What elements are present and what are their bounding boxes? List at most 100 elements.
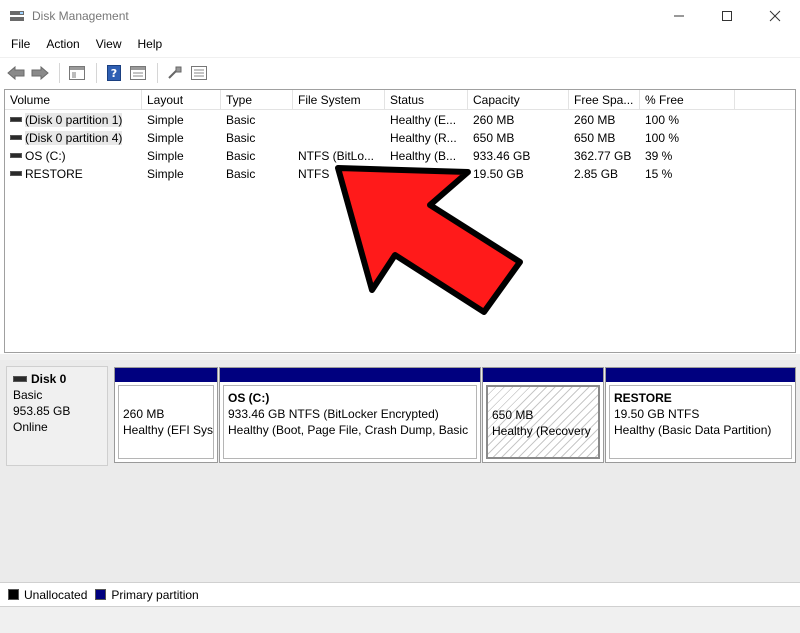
disk-size: 953.85 GB [13,404,71,418]
back-arrow-icon [7,65,25,80]
legend-swatch [95,589,107,600]
close-button[interactable] [752,0,798,32]
console-tree-icon [69,65,85,80]
volume-status: Healthy (R... [390,131,457,145]
volume-type: Basic [226,149,256,163]
window-title: Disk Management [32,9,129,23]
legend: Unallocated Primary partition [0,582,800,606]
volume-icon [10,153,22,159]
column-percent-free[interactable]: % Free [640,90,735,110]
disk-name: Disk 0 [31,372,67,386]
disk-icon [13,375,27,382]
minimize-icon [674,15,684,17]
partition-name [123,390,209,406]
volume-icon [10,171,22,177]
volume-status: Healthy (E... [390,113,457,127]
connect-button[interactable] [164,62,186,84]
partition-bar [606,368,795,382]
disk-management-app-icon [10,11,24,21]
partition-status: Healthy (Basic Data Partition) [614,423,772,437]
partition-bar [483,368,603,382]
volume-status [385,165,468,183]
volume-name: RESTORE [25,167,83,181]
disk-graphical-view: Disk 0 Basic 953.85 GB Online 260 MB Hea… [0,360,800,582]
volume-free-space: 650 MB [574,131,616,145]
maximize-icon [722,11,732,21]
column-type[interactable]: Type [221,90,293,110]
partition-size: 260 MB [123,407,165,421]
partition-status: Healthy (Recovery [492,424,591,438]
partition-recovery[interactable]: 650 MB Healthy (Recovery [482,367,604,463]
volume-capacity: 933.46 GB [473,149,531,163]
legend-swatch [8,589,19,600]
legend-label: Primary partition [111,587,199,602]
toolbar: ? [0,57,800,87]
column-layout[interactable]: Layout [142,90,221,110]
key-icon [168,66,182,79]
properties-button[interactable] [127,62,149,84]
volume-layout: Simple [147,167,184,181]
partition-efi[interactable]: 260 MB Healthy (EFI Sys [114,367,218,463]
disk-type: Basic [13,388,43,402]
volume-list-header: Volume Layout Type File System Status Ca… [5,90,795,110]
partition-size: 19.50 GB NTFS [614,407,700,421]
maximize-button[interactable] [704,0,750,32]
volume-capacity: 19.50 GB [473,167,524,181]
forward-button[interactable] [29,62,51,84]
volume-free-space: 2.85 GB [574,167,619,181]
volume-row[interactable]: OS (C:) Simple Basic NTFS (BitLo... Heal… [5,147,795,165]
volume-file-system: NTFS (BitLo... [298,149,375,163]
volume-row[interactable]: (Disk 0 partition 4) Simple Basic Health… [5,129,795,147]
toolbar-separator [59,62,60,83]
partition-status: Healthy (EFI Sys [123,423,214,437]
minimize-button[interactable] [656,0,702,32]
properties-icon [130,65,146,80]
volume-name: (Disk 0 partition 1) [25,113,123,127]
volume-percent-free: 100 % [645,113,680,127]
volume-layout: Simple [147,149,184,163]
column-free-space[interactable]: Free Spa... [569,90,640,110]
column-volume[interactable]: Volume [5,90,142,110]
settings-button[interactable] [188,62,210,84]
partition-name: OS (C:) [228,391,270,405]
back-button[interactable] [5,62,27,84]
volume-list: Volume Layout Type File System Status Ca… [4,89,796,353]
volume-free-space: 260 MB [574,113,616,127]
volume-free-space: 362.77 GB [574,149,632,163]
partition-bar [220,368,480,382]
close-icon [769,10,781,22]
menu-help[interactable]: Help [130,33,171,55]
column-status[interactable]: Status [385,90,468,110]
forward-arrow-icon [31,65,49,80]
partition-os-c[interactable]: OS (C:) 933.46 GB NTFS (BitLocker Encryp… [219,367,481,463]
volume-icon [10,117,22,123]
volume-layout: Simple [147,113,184,127]
partition-bar [115,368,217,382]
menu-view[interactable]: View [88,33,130,55]
partition-name: RESTORE [614,391,672,405]
menu-bar: File Action View Help [0,32,800,56]
help-button[interactable]: ? [103,62,125,84]
show-hide-console-tree-button[interactable] [66,62,88,84]
column-file-system[interactable]: File System [293,90,385,110]
disk-0-label[interactable]: Disk 0 Basic 953.85 GB Online [6,366,108,466]
volume-percent-free: 100 % [645,131,680,145]
volume-icon [10,135,22,141]
volume-file-system: NTFS [298,167,330,181]
partition-status: Healthy (Boot, Page File, Crash Dump, Ba… [228,423,469,437]
menu-file[interactable]: File [0,33,38,55]
volume-row[interactable]: (Disk 0 partition 1) Simple Basic Health… [5,111,795,129]
volume-name: (Disk 0 partition 4) [25,131,123,145]
volume-file-system [293,111,385,129]
column-capacity[interactable]: Capacity [468,90,569,110]
volume-type: Basic [226,113,256,127]
volume-status: Healthy (B... [390,149,457,163]
menu-action[interactable]: Action [38,33,87,55]
partition-restore[interactable]: RESTORE 19.50 GB NTFS Healthy (Basic Dat… [605,367,796,463]
volume-percent-free: 15 % [645,167,673,181]
help-icon: ? [107,64,121,81]
volume-row[interactable]: RESTORE Simple Basic NTFS 19.50 GB 2.85 … [5,165,795,183]
volume-layout: Simple [147,131,184,145]
toolbar-separator [157,62,158,83]
list-view-icon [191,65,207,80]
